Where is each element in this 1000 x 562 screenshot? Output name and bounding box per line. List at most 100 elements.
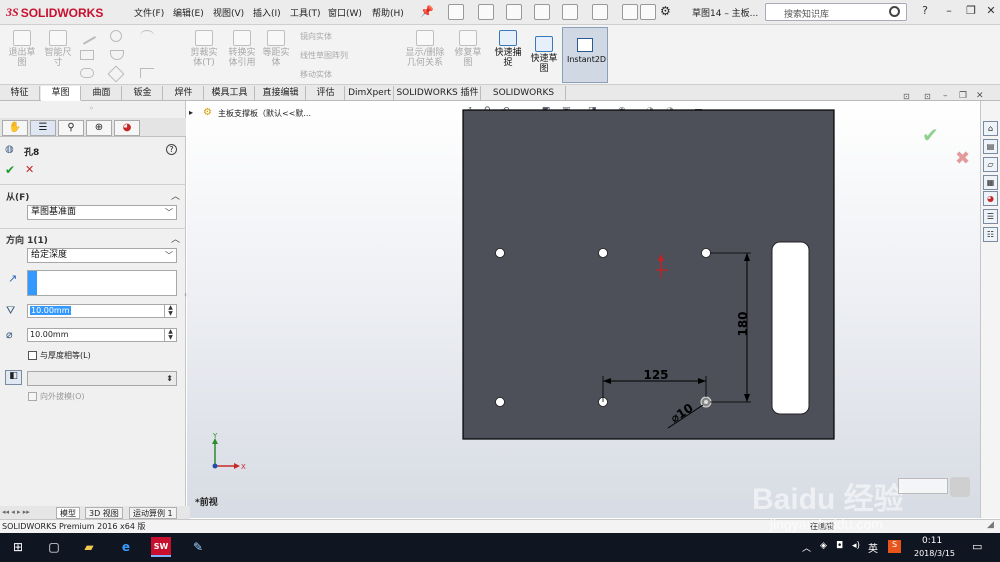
spin-arrows-icon[interactable]: ▲ ▼ (164, 305, 176, 317)
hole-point[interactable] (495, 397, 505, 407)
appearances-icon[interactable]: ◕ (983, 191, 998, 206)
tab-solidworks-addins[interactable]: SOLIDWORKS 插件 (395, 86, 481, 101)
pin-icon[interactable]: 📌 (420, 5, 434, 18)
tab-sketch[interactable]: 草图 (41, 86, 81, 101)
viewport-close-icon[interactable]: ✕ (976, 91, 984, 101)
solidworks-taskbar-icon[interactable]: SW (151, 537, 171, 557)
depth-input[interactable]: 10.00mm ▲ ▼ (27, 304, 177, 318)
help-button[interactable]: ? (916, 4, 934, 20)
horizontal-dimension-text[interactable]: 125 (643, 368, 668, 382)
rebuild-icon[interactable] (622, 4, 638, 20)
save-icon[interactable] (506, 4, 522, 20)
display-manager-tab-icon[interactable]: ◕ (114, 120, 140, 136)
menu-help[interactable]: 帮助(H) (372, 6, 404, 19)
select-icon[interactable] (592, 4, 608, 20)
tab-direct-editing[interactable]: 直接编辑 (256, 86, 306, 101)
hole-point[interactable] (598, 248, 608, 258)
instant2d-button[interactable]: Instant2D (562, 27, 608, 83)
ok-check-button[interactable]: ✔ (5, 163, 15, 177)
tray-icon[interactable]: ◈ (820, 541, 827, 551)
tray-icon[interactable]: ◘ (836, 541, 843, 551)
offset-entities-button[interactable]: 等距实 体 (258, 30, 294, 68)
file-explorer-icon[interactable]: ▦ (983, 175, 998, 190)
slot-icon[interactable] (80, 68, 94, 78)
line-icon[interactable] (77, 27, 97, 45)
cancel-x-icon[interactable]: ✖ (955, 148, 970, 169)
solidworks-logo[interactable]: 3S SOLIDWORKS (6, 5, 103, 20)
rectangle-icon[interactable] (80, 50, 94, 60)
tab-surfaces[interactable]: 曲面 (82, 86, 122, 101)
direction-section-header[interactable]: 方向 1(1) (6, 233, 48, 246)
direction-reference-box[interactable] (27, 270, 177, 296)
search-input[interactable]: 搜索知识库 (765, 3, 907, 21)
custom-properties-icon[interactable]: ☰ (983, 209, 998, 224)
tab-scroll-arrows-icon[interactable]: ◂◂ ◂ ▸ ▸▸ (2, 508, 30, 516)
tab-sheet-metal[interactable]: 钣金 (123, 86, 163, 101)
restore-button[interactable]: ❐ (962, 4, 980, 20)
feature-manager-tab-icon[interactable]: ✋ (2, 120, 28, 136)
resources-icon[interactable]: ▤ (983, 139, 998, 154)
tab-features[interactable]: 特征 (0, 86, 40, 101)
confirm-check-icon[interactable]: ✔ (922, 123, 939, 147)
rapid-sketch-button[interactable]: 快速草 图 (527, 36, 561, 74)
tab-3d-views[interactable]: 3D 视图 (85, 507, 123, 519)
tree-expand-icon[interactable]: ▸ (189, 108, 193, 117)
undo-icon[interactable] (562, 4, 578, 20)
draft-icon[interactable]: ◧ (5, 370, 22, 385)
mirror-entities-button[interactable]: 镜向实体 (300, 31, 332, 42)
sketch-drawing[interactable]: 180 125 ⌀10 (450, 100, 850, 450)
search-icon[interactable] (889, 6, 900, 17)
tab-motion-study[interactable]: 运动算例 1 (129, 507, 177, 519)
menu-tools[interactable]: 工具(T) (290, 6, 321, 19)
tray-chevron-icon[interactable]: ︿ (802, 541, 811, 554)
viewport-prev-icon[interactable]: ⊡ (903, 92, 910, 101)
from-select[interactable]: 草图基准面 ﹀ (27, 205, 177, 220)
circle-icon[interactable] (110, 30, 122, 42)
menu-view[interactable]: 视图(V) (213, 6, 244, 19)
menu-file[interactable]: 文件(F) (134, 6, 164, 19)
hole-point[interactable] (495, 248, 505, 258)
task-view-icon[interactable]: ▢ (44, 537, 64, 557)
file-properties-icon[interactable] (640, 4, 656, 20)
file-explorer-taskbar-icon[interactable]: ▰ (79, 537, 99, 557)
draft-outward-checkbox[interactable] (28, 392, 37, 401)
menu-window[interactable]: 窗口(W) (328, 6, 362, 19)
chevron-up-icon[interactable]: ︿ (171, 232, 180, 245)
arc-icon[interactable] (110, 50, 124, 60)
relations-button[interactable]: 显示/删除 几何关系 (402, 30, 448, 68)
feature-tree-item[interactable]: 主板支撑板（默认<<默... (218, 108, 311, 119)
trim-entities-button[interactable]: 剪裁实 体(T) (186, 30, 222, 68)
configuration-manager-tab-icon[interactable]: ⚲ (58, 120, 84, 136)
repair-sketch-button[interactable]: 修复草 图 (450, 30, 486, 68)
slot-cutout[interactable] (771, 241, 810, 415)
viewport-next-icon[interactable]: ⊡ (924, 92, 931, 101)
move-entities-button[interactable]: 移动实体 (300, 69, 332, 80)
windows-start-icon[interactable]: ⊞ (8, 537, 28, 557)
tab-solidworks-mbd[interactable]: SOLIDWORKS MBD (482, 86, 566, 112)
spline-icon[interactable] (140, 30, 154, 42)
edge-browser-icon[interactable]: e (116, 537, 136, 557)
tab-dimxpert[interactable]: DimXpert (346, 86, 394, 101)
quick-snaps-button[interactable]: 快速捕 捉 (490, 30, 526, 68)
volume-icon[interactable]: ◂) (852, 541, 860, 551)
input-method-icon[interactable]: S (888, 540, 901, 553)
dimxpert-manager-tab-icon[interactable]: ⊕ (86, 120, 112, 136)
exit-sketch-button[interactable]: 退出草 图 (4, 30, 40, 68)
help-icon[interactable]: ? (166, 144, 177, 155)
menu-edit[interactable]: 编辑(E) (173, 6, 204, 19)
polygon-icon[interactable] (107, 65, 125, 83)
vertical-dimension-text[interactable]: 180 (736, 311, 750, 336)
ime-indicator[interactable]: 英 (868, 540, 878, 555)
new-file-icon[interactable] (448, 4, 464, 20)
print-icon[interactable] (534, 4, 550, 20)
spin-arrows-icon[interactable]: ▲ ▼ (164, 329, 176, 341)
minimize-button[interactable]: – (940, 4, 958, 20)
diameter-input[interactable]: 10.00mm ▲ ▼ (27, 328, 177, 342)
menu-insert[interactable]: 插入(I) (253, 6, 281, 19)
tab-mold-tools[interactable]: 模具工具 (205, 86, 255, 101)
gear-icon[interactable]: ⚙ (660, 4, 671, 18)
from-section-header[interactable]: 从(F) (6, 190, 29, 203)
panel-splitter-handle[interactable]: ◦ (89, 104, 94, 113)
forum-icon[interactable]: ☷ (983, 227, 998, 242)
draft-angle-input[interactable]: ⬍ (27, 371, 177, 386)
